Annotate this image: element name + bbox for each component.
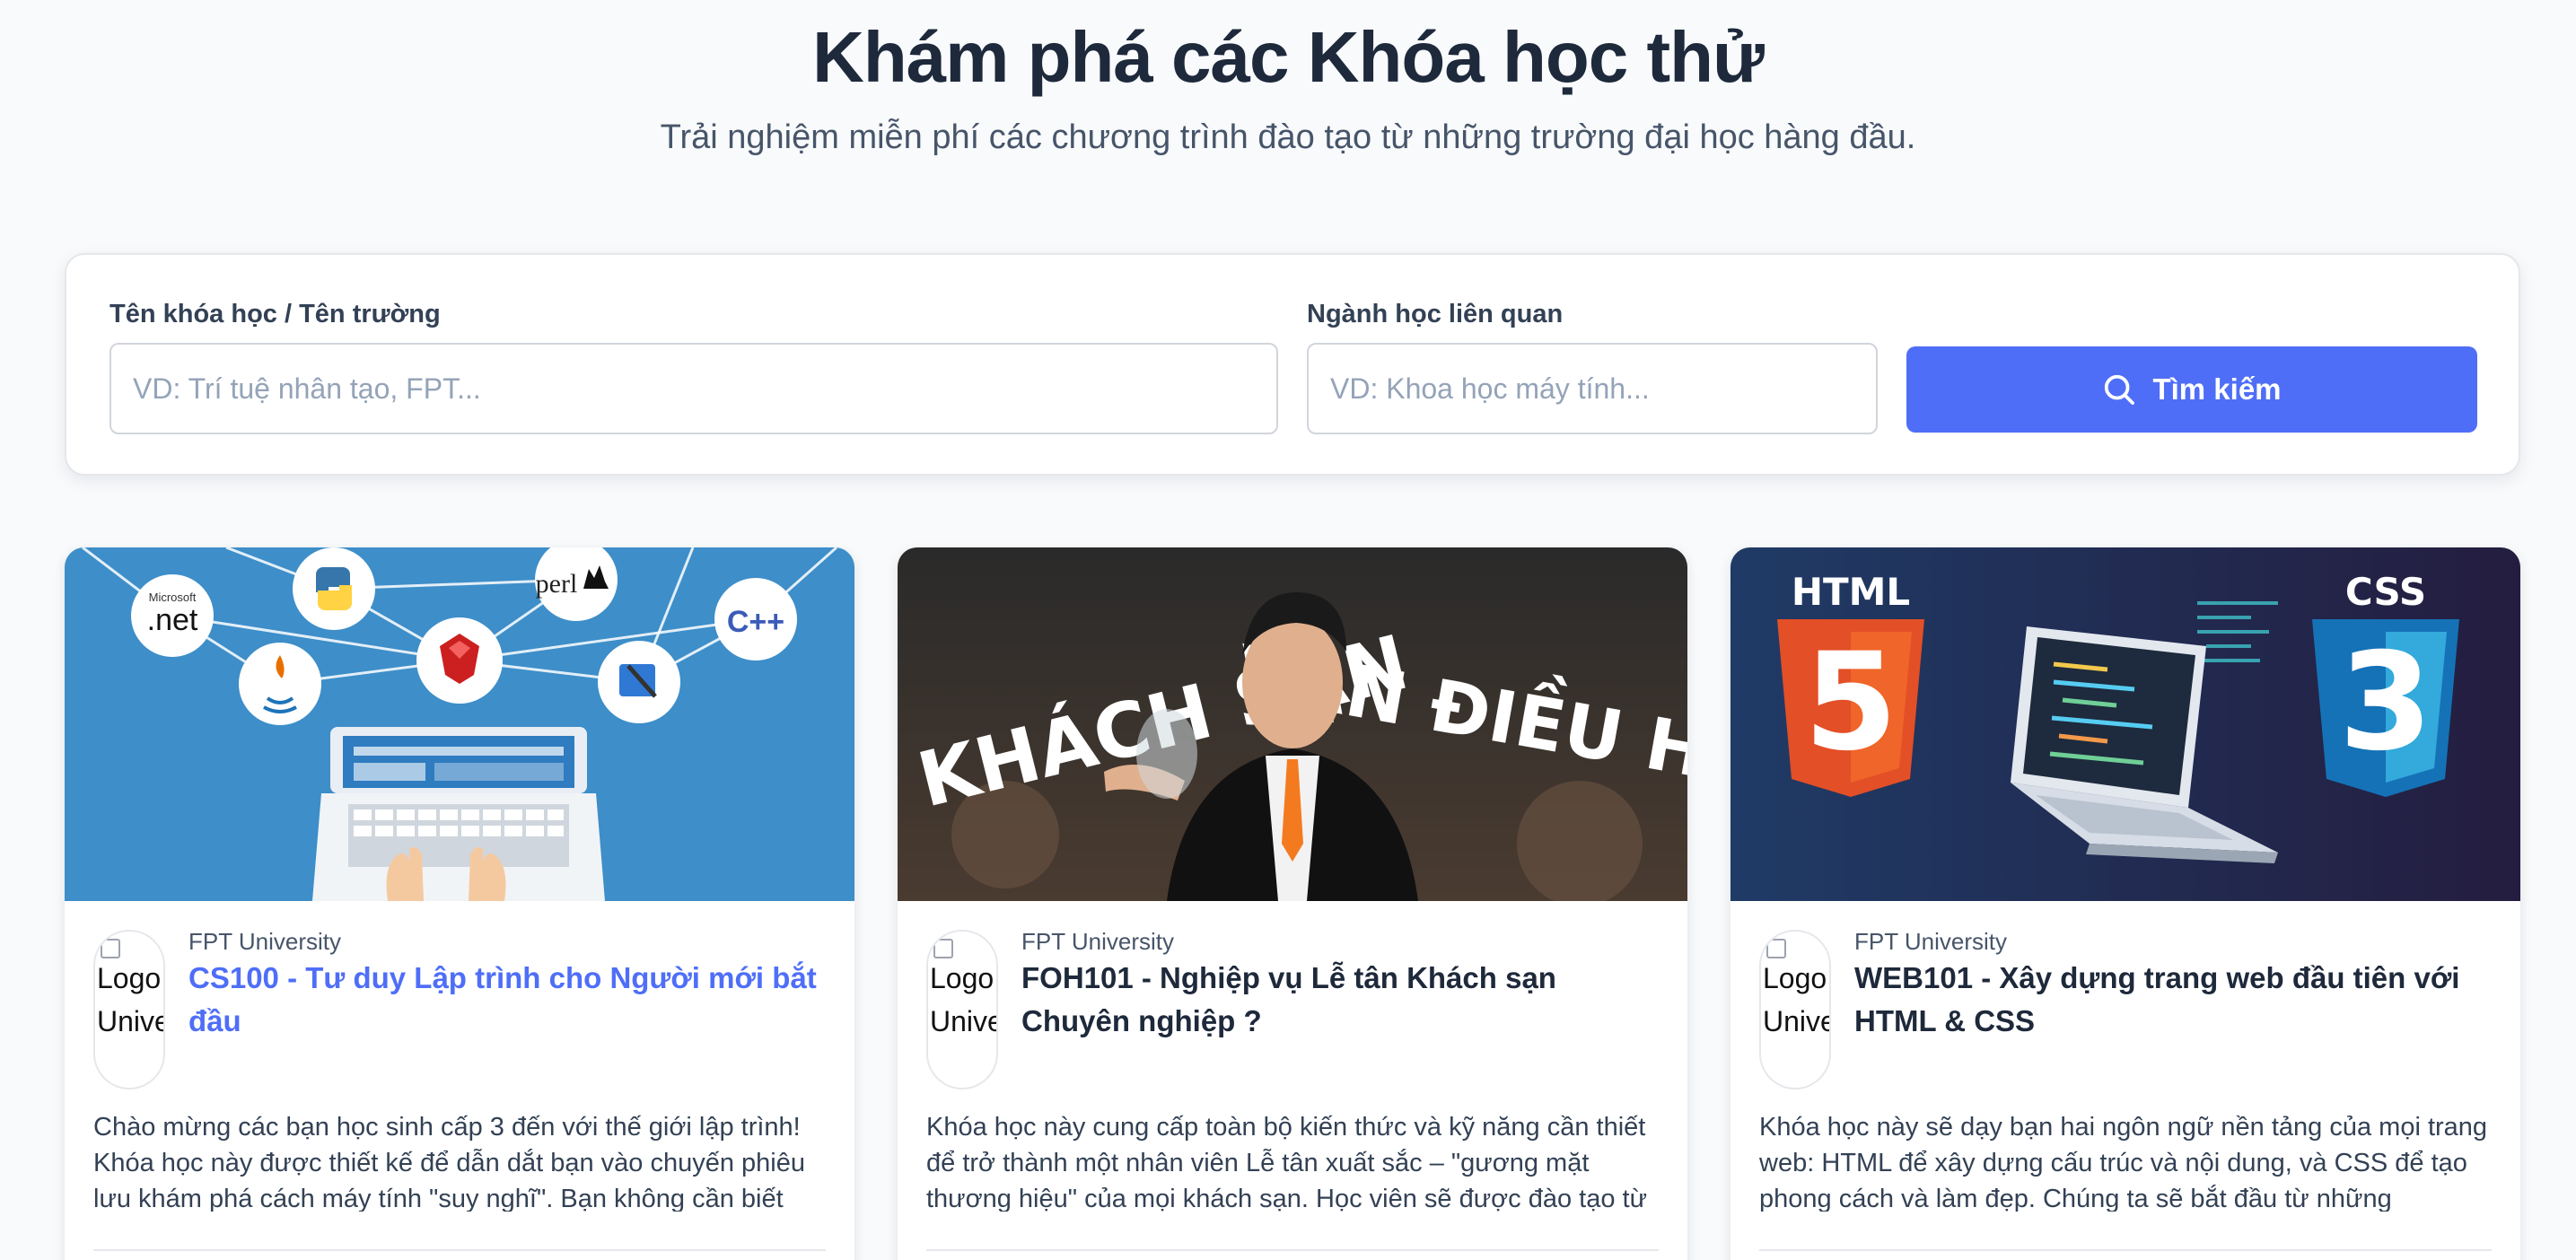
course-description: Khóa học này cung cấp toàn bộ kiến thức … [926, 1113, 1647, 1212]
broken-image-icon [101, 939, 120, 958]
course-title[interactable]: CS100 - Tư duy Lập trình cho Người mới b… [188, 957, 826, 1043]
university-logo: Logo FPT University [93, 930, 165, 1089]
card-divider [93, 1249, 826, 1251]
course-description: Chào mừng các bạn học sinh cấp 3 đến với… [93, 1113, 805, 1212]
university-logo-alt: Logo FPT University [1763, 962, 1831, 1037]
css-logo-number: 3 [2339, 625, 2432, 781]
page-title: Khám phá các Khóa học thử [812, 17, 1765, 97]
university-name: FPT University [1854, 928, 2007, 955]
search-button-label: Tìm kiếm [2152, 372, 2282, 406]
card-divider [1759, 1249, 2492, 1251]
course-card-web101[interactable]: HTML 5 CSS 3 Logo Unive FPT University W… [1730, 547, 2520, 1260]
course-name-input[interactable] [110, 343, 1278, 434]
university-name: FPT University [188, 928, 341, 955]
course-image-programming: Microsoft .net perl C++ [65, 547, 854, 901]
university-logo-alt: Logo FPT University [97, 962, 165, 1037]
course-description: Khóa học này sẽ dạy bạn hai ngôn ngữ nền… [1759, 1113, 2488, 1212]
html-logo-text: HTML [1792, 570, 1910, 614]
broken-image-icon [933, 939, 953, 958]
card-divider [926, 1249, 1659, 1251]
perl-bubble-text: perl [536, 569, 578, 599]
major-input[interactable] [1307, 343, 1878, 434]
course-image-html-css: HTML 5 CSS 3 [1730, 547, 2520, 901]
major-label: Ngành học liên quan [1307, 300, 1564, 328]
html-logo-number: 5 [1804, 625, 1897, 781]
page-subtitle: Trải nghiệm miễn phí các chương trình đà… [660, 118, 1916, 156]
university-logo: Logo FPT University [1759, 930, 1831, 1089]
course-card-cs100[interactable]: Microsoft .net perl C++ Logo Unive FPT U… [65, 547, 854, 1260]
course-title[interactable]: WEB101 - Xây dựng trang web đầu tiên với… [1854, 957, 2492, 1043]
net-bubble-text: .net [147, 603, 198, 637]
university-logo: Logo FPT University [926, 930, 998, 1089]
course-title[interactable]: FOH101 - Nghiệp vụ Lễ tân Khách sạn Chuy… [1021, 957, 1659, 1043]
course-card-foh101[interactable]: HỌC KHÁCH SẠN VẠN ĐIỀU HAY Logo FPT Univ… [898, 547, 1687, 1260]
course-name-label: Tên khóa học / Tên trường [110, 300, 441, 328]
net-bubble-small-text: Microsoft [149, 591, 197, 604]
search-button[interactable]: Tìm kiếm [1906, 346, 2477, 433]
university-name: FPT University [1021, 928, 1174, 955]
university-logo-alt: Logo FPT University [930, 962, 998, 1037]
search-icon [2105, 374, 2135, 405]
cpp-bubble-text: C++ [727, 605, 784, 639]
broken-image-icon [1766, 939, 1786, 958]
css-logo-text: CSS [2345, 570, 2426, 614]
search-panel: Tên khóa học / Tên trường Ngành học liên… [65, 253, 2520, 476]
course-image-hotel: HỌC KHÁCH SẠN VẠN ĐIỀU HAY [898, 547, 1687, 901]
